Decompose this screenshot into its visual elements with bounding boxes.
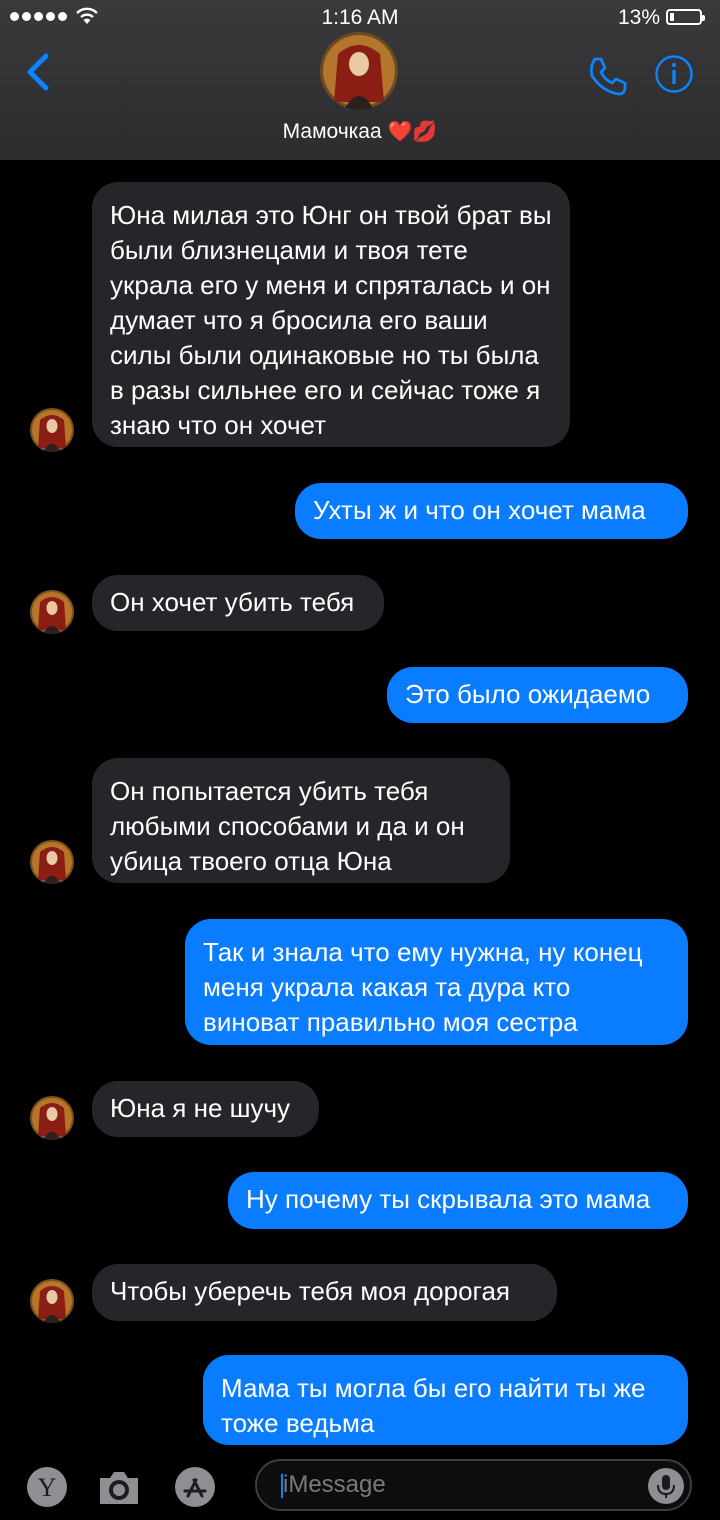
sender-avatar[interactable] — [30, 1096, 74, 1140]
sent-message-bubble[interactable]: Ухты ж и что он хочет мама — [295, 483, 688, 539]
text-cursor — [281, 1474, 283, 1498]
sender-avatar[interactable] — [30, 590, 74, 634]
battery-icon — [666, 9, 705, 25]
received-message-bubble[interactable]: Он попытается убить тебя любыми способам… — [92, 758, 510, 883]
contact-emoji: ❤️💋 — [387, 121, 438, 143]
app-store-icon[interactable] — [174, 1466, 216, 1508]
sent-message-bubble[interactable]: Ну почему ты скрывала это мама — [228, 1172, 688, 1229]
sent-message-bubble[interactable]: Мама ты могла бы его найти ты же тоже ве… — [203, 1355, 688, 1445]
message-input[interactable]: iMessage — [255, 1459, 692, 1511]
sent-message-bubble[interactable]: Это было ожидаемо — [387, 667, 688, 723]
back-button[interactable] — [22, 50, 56, 94]
sender-avatar[interactable] — [30, 408, 74, 452]
message-thread: Юна милая это Юнг он твой брат вы были б… — [0, 160, 720, 1450]
microphone-icon[interactable] — [648, 1468, 684, 1504]
received-message-bubble[interactable]: Юна милая это Юнг он твой брат вы были б… — [92, 182, 570, 447]
sender-avatar[interactable] — [30, 1279, 74, 1323]
phone-call-button[interactable] — [586, 54, 630, 98]
camera-icon[interactable] — [96, 1466, 142, 1508]
sender-avatar[interactable] — [30, 840, 74, 884]
svg-text:Y: Y — [38, 1473, 57, 1502]
received-message-bubble[interactable]: Чтобы уберечь тебя моя дорогая — [92, 1264, 557, 1321]
received-message-bubble[interactable]: Он хочет убить тебя — [92, 575, 384, 631]
contact-name[interactable]: Мамочкаа ❤️💋 — [0, 119, 720, 144]
contact-avatar[interactable] — [320, 32, 398, 110]
compose-bar: Y iMessage — [0, 1450, 720, 1520]
yahoo-app-icon[interactable]: Y — [26, 1466, 68, 1508]
conversation-header: 1:16 AM 13% Мамочкаа ❤️💋 — [0, 0, 720, 160]
status-time: 1:16 AM — [321, 6, 399, 29]
sent-message-bubble[interactable]: Так и знала что ему нужна, ну конец меня… — [185, 919, 688, 1045]
info-button[interactable] — [654, 54, 694, 94]
battery-percent: 13% — [618, 6, 661, 29]
received-message-bubble[interactable]: Юна я не шучу — [92, 1081, 319, 1137]
